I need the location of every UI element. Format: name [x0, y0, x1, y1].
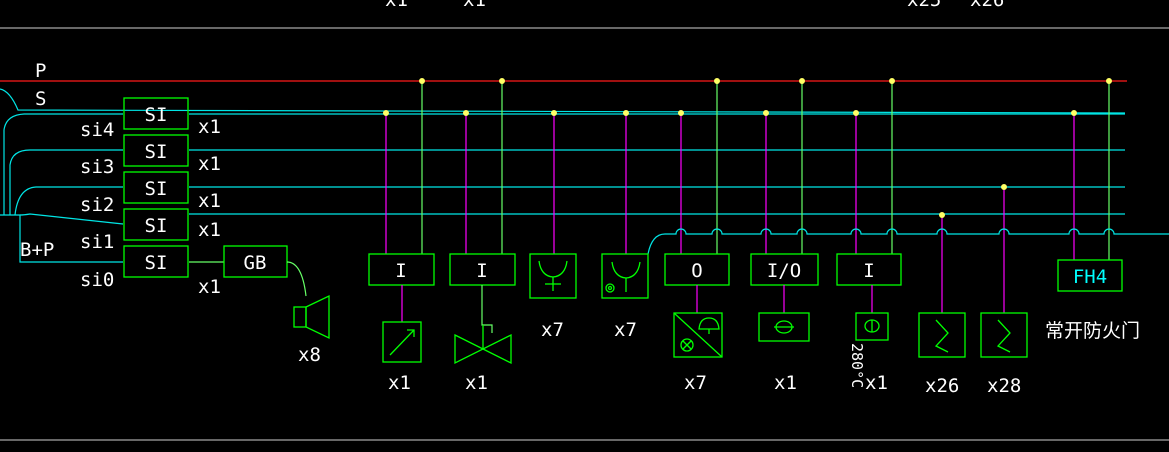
- top-label-row: x1 x1 x25 x26: [385, 0, 1004, 11]
- gb-module[interactable]: GB: [223, 245, 288, 278]
- gb-module-label: GB: [244, 252, 267, 274]
- si-module-label: SI: [145, 141, 168, 163]
- io-module[interactable]: I/O: [750, 253, 819, 286]
- si-count: x1: [198, 190, 221, 212]
- temperature-note: 280°C: [848, 343, 866, 388]
- device-count: x1: [774, 372, 797, 394]
- si-module-label: SI: [145, 215, 168, 237]
- detector-icon[interactable]: [918, 312, 966, 358]
- loop-label: si0: [80, 269, 114, 291]
- loop-line-si2: [14, 186, 1125, 216]
- loop-label: si2: [80, 194, 114, 216]
- device-count: x7: [684, 372, 707, 394]
- module-label: I: [395, 260, 406, 282]
- speaker-count: x8: [298, 344, 321, 366]
- si-module[interactable]: SI: [123, 245, 189, 278]
- wiring-diagram: x1 x1 x25 x26 P S B+P si4 si3 si2 si1 si…: [0, 0, 1169, 441]
- fire-damper-icon: [855, 312, 889, 341]
- loop-label-group: si4 si3 si2 si1 si0: [80, 119, 114, 291]
- valve-icon: [454, 325, 512, 365]
- signal-line: [0, 88, 1126, 114]
- si-count: x1: [198, 219, 221, 241]
- bus-label-p: P: [35, 60, 46, 82]
- input-module[interactable]: I: [449, 253, 516, 286]
- si-module-group: SI SI SI SI SI: [123, 97, 189, 278]
- loop-line-si1: [19, 213, 1125, 225]
- top-label: x1: [385, 0, 408, 11]
- top-label: x1: [463, 0, 486, 11]
- module-label: I: [863, 260, 874, 282]
- output-module[interactable]: O: [664, 253, 730, 286]
- output-signal-rail: [647, 228, 1169, 255]
- device-count: x1: [865, 372, 888, 394]
- module-label: I/O: [767, 260, 801, 282]
- input-module[interactable]: I: [836, 253, 902, 286]
- bus-label-bp: B+P: [20, 239, 54, 261]
- damper-icon: [758, 312, 810, 342]
- loop-label: si4: [80, 119, 114, 141]
- device-count: x7: [614, 319, 637, 341]
- flow-indicator-icon: [382, 321, 422, 363]
- si-module-label: SI: [145, 252, 168, 274]
- signal-drops: [385, 113, 1075, 313]
- junction-dots: [383, 78, 1112, 218]
- si-module[interactable]: SI: [123, 208, 189, 241]
- input-module[interactable]: I: [368, 253, 435, 286]
- module-label: I: [476, 260, 487, 282]
- si-module-label: SI: [145, 178, 168, 200]
- device-count: x26: [925, 375, 959, 397]
- module-label: O: [691, 260, 702, 282]
- hydrant-button-icon[interactable]: [601, 253, 649, 299]
- gb-count: x1: [198, 276, 221, 298]
- manual-call-point-icon[interactable]: [529, 253, 577, 299]
- si-count: x1: [198, 153, 221, 175]
- si-count: x1: [198, 116, 221, 138]
- speaker-icon: [293, 294, 330, 340]
- top-label: x26: [970, 0, 1004, 11]
- loop-label: si3: [80, 156, 114, 178]
- device-count: x7: [541, 319, 564, 341]
- si-module[interactable]: SI: [123, 97, 189, 130]
- loop-line-si3: [9, 149, 1125, 215]
- gb-speaker-wire: [286, 261, 307, 297]
- si-module-label: SI: [145, 104, 168, 126]
- si-module[interactable]: SI: [123, 171, 189, 204]
- fire-door-caption: 常开防火门: [1045, 320, 1140, 342]
- fire-door-label: FH4: [1073, 266, 1107, 288]
- top-label: x25: [907, 0, 941, 11]
- device-count: x1: [388, 372, 411, 394]
- device-count: x28: [987, 375, 1021, 397]
- detector-icon[interactable]: [980, 312, 1028, 358]
- sounder-strobe-icon: [673, 312, 723, 358]
- si-count-group: x1 x1 x1 x1: [198, 116, 221, 241]
- fire-door-module[interactable]: FH4: [1057, 259, 1123, 292]
- si-module[interactable]: SI: [123, 134, 189, 167]
- bus-label-s: S: [35, 88, 46, 110]
- loop-label: si1: [80, 231, 114, 253]
- device-count: x1: [465, 372, 488, 394]
